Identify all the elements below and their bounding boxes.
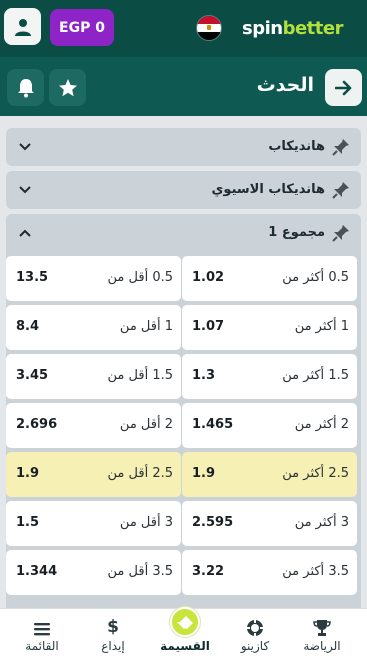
trophy-icon <box>313 620 331 636</box>
market-group-title: مجموع 1 <box>268 225 325 240</box>
odds-value: 1.5 <box>16 515 40 530</box>
top-bar: EGP 0 spin better <box>0 0 367 57</box>
odds-cell-under[interactable]: 2.696 2 أقل من <box>6 403 181 448</box>
odds-value: 1.3 <box>192 368 216 383</box>
pin-icon[interactable] <box>331 180 351 200</box>
odds-cell-under[interactable]: 3.45 1.5 أقل من <box>6 354 181 399</box>
favorite-button[interactable] <box>49 69 86 106</box>
odds-cell-over[interactable]: 1.02 0.5 أكثر من <box>182 256 357 301</box>
odds-label: 0.5 أقل من <box>107 270 173 285</box>
nav-deposit[interactable]: $ إيداع <box>82 609 144 661</box>
odds-cell-over[interactable]: 1.3 1.5 أكثر من <box>182 354 357 399</box>
odds-label: 3 أكثر من <box>294 515 349 530</box>
odds-cell-under[interactable]: 1.9 2.5 أقل من <box>6 452 181 497</box>
nav-sports[interactable]: الرياضة <box>284 609 360 661</box>
odds-value: 1.02 <box>192 270 225 285</box>
back-button[interactable] <box>325 69 362 106</box>
balance-text: EGP 0 <box>59 19 105 36</box>
odds-value: 1.9 <box>192 466 216 481</box>
odds-label: 3 أقل من <box>119 515 173 530</box>
odds-cell-over[interactable]: 1.07 1 أكثر من <box>182 305 357 350</box>
odds-cell-over[interactable]: 2.595 3 أكثر من <box>182 501 357 546</box>
star-icon <box>58 78 77 96</box>
odds-cell-under[interactable]: 1.344 3.5 أقل من <box>6 550 181 595</box>
odds-value: 1.07 <box>192 319 225 334</box>
odds-label: 2.5 أكثر من <box>282 466 349 481</box>
pin-icon[interactable] <box>331 137 351 157</box>
odds-label: 1 أقل من <box>119 319 173 334</box>
odds-value: 3.22 <box>192 564 225 579</box>
market-group-title: هانديكاب <box>268 139 325 154</box>
odds-cell-under[interactable]: 8.4 1 أقل من <box>6 305 181 350</box>
user-icon <box>14 18 31 36</box>
odds-value: 1.344 <box>16 564 58 579</box>
odds-cell-over[interactable]: 3.22 3.5 أكثر من <box>182 550 357 595</box>
odds-value: 1.9 <box>16 466 40 481</box>
nav-menu[interactable]: القائمة <box>8 609 76 661</box>
odds-cell-under[interactable]: 13.5 0.5 أقل من <box>6 256 181 301</box>
page-title: الحدث <box>256 74 314 96</box>
odds-label: 1 أكثر من <box>294 319 349 334</box>
odds-label: 1.5 أقل من <box>107 368 173 383</box>
odds-cell-over[interactable]: 1.465 2 أكثر من <box>182 403 357 448</box>
balance-button[interactable]: EGP 0 <box>50 9 114 46</box>
chevron-down-icon[interactable] <box>18 183 32 197</box>
market-group-asian-handicap[interactable]: هانديكاب الاسيوي <box>6 171 361 209</box>
odds-label: 1.5 أكثر من <box>282 368 349 383</box>
market-group-total-1-header[interactable]: مجموع 1 <box>6 214 361 252</box>
odds-label: 2.5 أقل من <box>107 466 173 481</box>
nav-coupon[interactable]: القسيمة <box>150 607 220 661</box>
odds-value: 8.4 <box>16 319 40 334</box>
market-group-handicap[interactable]: هانديكاب <box>6 128 361 166</box>
odds-label: 2 أكثر من <box>294 417 349 432</box>
ticket-icon <box>170 607 200 637</box>
market-group-title: هانديكاب الاسيوي <box>211 182 326 197</box>
notifications-button[interactable] <box>7 69 44 106</box>
profile-button[interactable] <box>4 8 41 45</box>
chevron-up-icon[interactable] <box>18 226 32 240</box>
odds-label: 2 أقل من <box>119 417 173 432</box>
odds-cell-under[interactable]: 1.5 3 أقل من <box>6 501 181 546</box>
brand-logo[interactable]: spin better <box>242 16 343 40</box>
odds-value: 13.5 <box>16 270 49 285</box>
odds-value: 2.696 <box>16 417 58 432</box>
markets-list: هانديكاب هانديكاب الاسيوي مجموع 1 1.02 0… <box>0 116 367 608</box>
bell-icon <box>17 78 34 97</box>
pin-icon[interactable] <box>331 223 351 243</box>
odds-label: 3.5 أكثر من <box>282 564 349 579</box>
nav-casino[interactable]: كازينو <box>222 609 288 661</box>
odds-value: 2.595 <box>192 515 234 530</box>
arrow-right-icon <box>334 80 351 95</box>
hamburger-menu-icon <box>34 623 50 636</box>
odds-label: 0.5 أكثر من <box>282 270 349 285</box>
odds-value: 1.465 <box>192 417 234 432</box>
chevron-down-icon[interactable] <box>18 140 32 154</box>
odds-value: 3.45 <box>16 368 49 383</box>
egypt-flag-icon[interactable] <box>197 16 221 40</box>
odds-cell-over[interactable]: 1.9 2.5 أكثر من <box>182 452 357 497</box>
dollar-icon: $ <box>107 617 119 637</box>
bottom-navigation: الرياضة كازينو القسيمة $ إيداع القائمة <box>0 607 367 661</box>
casino-chip-icon <box>247 620 263 636</box>
odds-label: 3.5 أقل من <box>107 564 173 579</box>
event-header: الحدث <box>0 57 367 116</box>
